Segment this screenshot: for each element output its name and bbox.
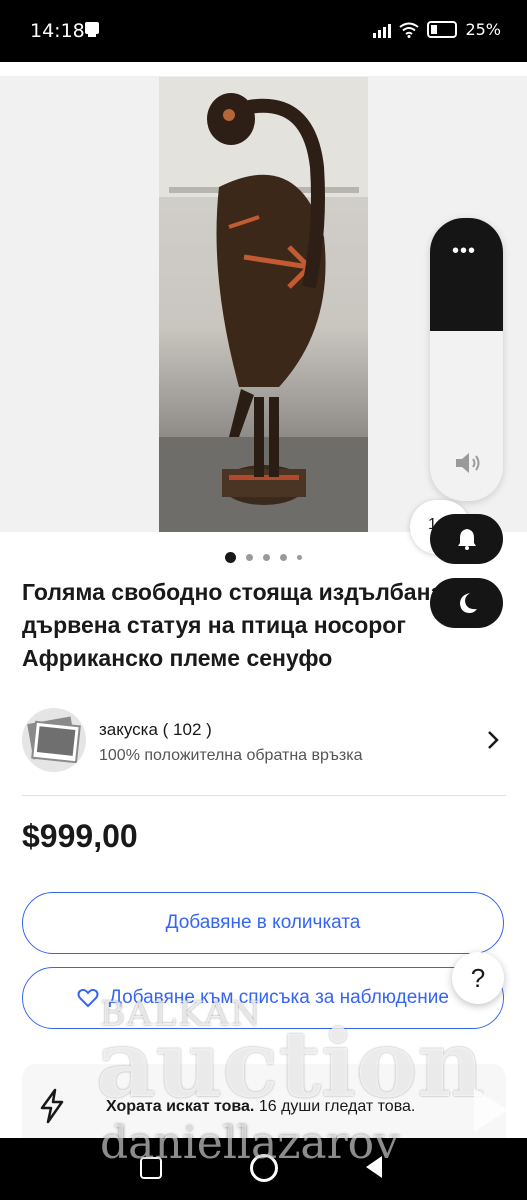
seller-feedback: 100% положителна обратна връзка	[99, 747, 363, 764]
volume-slider[interactable]: •••	[430, 218, 503, 501]
lightning-icon	[40, 1088, 64, 1124]
seller-avatar	[22, 708, 86, 772]
add-to-cart-label: Добавяне в количката	[165, 912, 361, 933]
listing-title: Голяма свободно стояща издълбана дървена…	[22, 579, 444, 671]
carousel-dot	[263, 554, 270, 561]
carousel-dot	[246, 554, 253, 561]
add-to-watchlist-button[interactable]: Добавяне към списъка за наблюдение	[22, 967, 504, 1029]
signal-icon	[373, 22, 392, 38]
notification-icon	[85, 22, 99, 37]
status-bar: 14:18 25%	[0, 0, 527, 62]
moon-icon	[459, 593, 477, 613]
carousel-dot-active	[225, 552, 236, 563]
speaker-icon	[456, 453, 480, 473]
product-photo[interactable]	[159, 77, 368, 532]
do-not-disturb-button[interactable]	[430, 578, 503, 628]
seller-row[interactable]: закуска ( 102 ) 100% положителна обратна…	[22, 708, 506, 774]
recents-button[interactable]	[140, 1157, 162, 1179]
insight-bold: Хората искат това.	[106, 1098, 255, 1115]
system-nav-bar	[0, 1138, 527, 1200]
insight-rest: 16 души гледат това.	[254, 1098, 416, 1115]
add-to-cart-button[interactable]: Добавяне в количката	[22, 892, 504, 954]
home-button[interactable]	[250, 1154, 278, 1182]
ring-mode-button[interactable]	[430, 514, 503, 564]
image-placeholder-icon	[27, 716, 81, 764]
volume-slider-top: •••	[430, 218, 503, 331]
header-strip	[0, 62, 527, 77]
insight-text: Хората искат това. 16 души гледат това.	[106, 1098, 415, 1116]
demand-insight: Хората искат това. 16 души гледат това.	[22, 1064, 506, 1148]
divider	[22, 795, 506, 796]
carousel-dot	[280, 554, 287, 561]
price: $999,00	[22, 818, 138, 854]
more-icon[interactable]: •••	[452, 240, 476, 263]
heart-icon	[77, 988, 99, 1008]
status-indicators: 25%	[373, 20, 501, 39]
chevron-right-icon[interactable]	[486, 730, 500, 750]
wifi-icon	[399, 22, 420, 38]
watermark-play-icon	[474, 1088, 508, 1132]
seller-name[interactable]: закуска ( 102 )	[99, 720, 212, 740]
hornbill-statue-image	[159, 77, 368, 532]
back-button[interactable]	[366, 1156, 382, 1178]
help-label: ?	[470, 962, 486, 993]
carousel-dot	[297, 555, 302, 560]
battery-level: 25%	[465, 20, 501, 39]
bell-icon	[457, 529, 476, 550]
help-button[interactable]: ?	[452, 952, 504, 1004]
battery-icon	[427, 21, 458, 38]
add-to-watchlist-label: Добавяне към списъка за наблюдение	[109, 987, 449, 1008]
status-time: 14:18	[30, 20, 85, 42]
